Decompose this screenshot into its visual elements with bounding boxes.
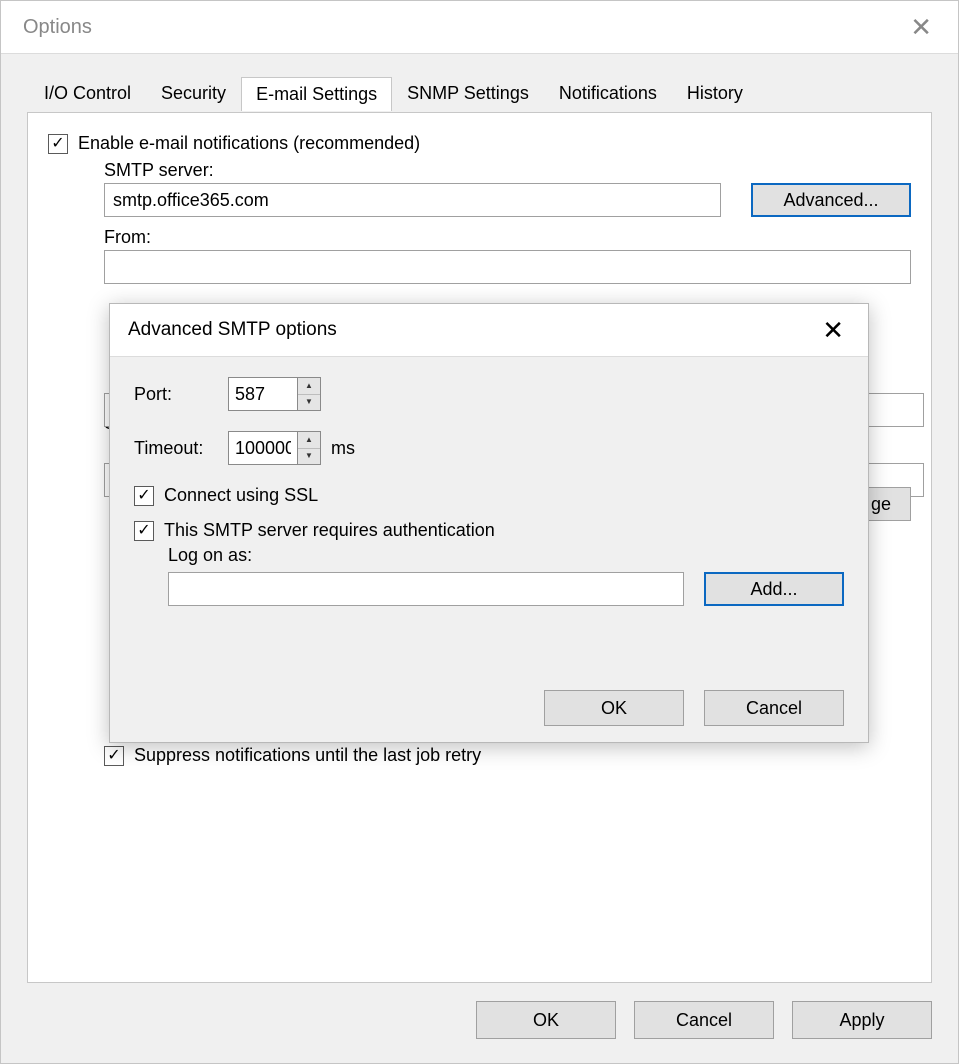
window-title: Options <box>23 16 92 39</box>
modal-button-bar: OK Cancel <box>544 690 844 726</box>
suppress-label: Suppress notifications until the last jo… <box>134 745 481 766</box>
enable-email-label: Enable e-mail notifications (recommended… <box>78 133 420 154</box>
from-input[interactable] <box>104 250 911 284</box>
smtp-server-input[interactable] <box>104 183 721 217</box>
options-window: Options ✕ I/O Control Security E-mail Se… <box>0 0 959 1064</box>
modal-titlebar: Advanced SMTP options ✕ <box>110 304 868 356</box>
apply-button[interactable]: Apply <box>792 1001 932 1039</box>
tab-strip: I/O Control Security E-mail Settings SNM… <box>29 76 758 110</box>
chevron-up-icon[interactable]: ▲ <box>298 432 320 449</box>
port-spin-buttons[interactable]: ▲▼ <box>297 378 320 410</box>
chevron-up-icon[interactable]: ▲ <box>298 378 320 395</box>
auth-row: This SMTP server requires authentication <box>134 520 844 541</box>
modal-cancel-button[interactable]: Cancel <box>704 690 844 726</box>
tab-security[interactable]: Security <box>146 76 241 110</box>
timeout-row: Timeout: ▲▼ ms <box>134 431 844 465</box>
timeout-spin-buttons[interactable]: ▲▼ <box>297 432 320 464</box>
logon-label: Log on as: <box>168 545 844 566</box>
titlebar: Options ✕ <box>1 1 958 53</box>
ssl-checkbox[interactable] <box>134 486 154 506</box>
add-credentials-button[interactable]: Add... <box>704 572 844 606</box>
close-icon[interactable]: ✕ <box>902 10 940 44</box>
logon-row: Add... <box>168 572 844 606</box>
timeout-input[interactable] <box>229 432 297 464</box>
from-label: From: <box>104 227 911 248</box>
cancel-button[interactable]: Cancel <box>634 1001 774 1039</box>
chevron-down-icon[interactable]: ▼ <box>298 395 320 411</box>
tab-snmp-settings[interactable]: SNMP Settings <box>392 76 544 110</box>
tab-history[interactable]: History <box>672 76 758 110</box>
modal-body: Port: ▲▼ Timeout: ▲▼ ms Connect using SS… <box>110 356 868 742</box>
dialog-button-bar: OK Cancel Apply <box>476 1001 932 1039</box>
ok-button[interactable]: OK <box>476 1001 616 1039</box>
port-row: Port: ▲▼ <box>134 377 844 411</box>
logon-input[interactable] <box>168 572 684 606</box>
port-label: Port: <box>134 384 228 405</box>
chevron-down-icon[interactable]: ▼ <box>298 449 320 465</box>
timeout-label: Timeout: <box>134 438 228 459</box>
advanced-button[interactable]: Advanced... <box>751 183 911 217</box>
enable-email-row: Enable e-mail notifications (recommended… <box>48 133 911 154</box>
tab-notifications[interactable]: Notifications <box>544 76 672 110</box>
auth-label: This SMTP server requires authentication <box>164 520 495 541</box>
timeout-unit: ms <box>331 438 355 459</box>
tab-io-control[interactable]: I/O Control <box>29 76 146 110</box>
smtp-block: SMTP server: Advanced... From: <box>104 160 911 284</box>
tab-email-settings[interactable]: E-mail Settings <box>241 77 392 111</box>
port-spinner[interactable]: ▲▼ <box>228 377 321 411</box>
suppress-row: Suppress notifications until the last jo… <box>104 745 481 766</box>
suppress-checkbox[interactable] <box>104 746 124 766</box>
timeout-spinner[interactable]: ▲▼ <box>228 431 321 465</box>
ssl-label: Connect using SSL <box>164 485 318 506</box>
ssl-row: Connect using SSL <box>134 485 844 506</box>
advanced-smtp-dialog: Advanced SMTP options ✕ Port: ▲▼ Timeout… <box>109 303 869 743</box>
enable-email-checkbox[interactable] <box>48 134 68 154</box>
modal-title: Advanced SMTP options <box>128 319 337 341</box>
modal-ok-button[interactable]: OK <box>544 690 684 726</box>
smtp-server-label: SMTP server: <box>104 160 911 181</box>
port-input[interactable] <box>229 378 297 410</box>
modal-close-icon[interactable]: ✕ <box>812 313 854 347</box>
auth-checkbox[interactable] <box>134 521 154 541</box>
